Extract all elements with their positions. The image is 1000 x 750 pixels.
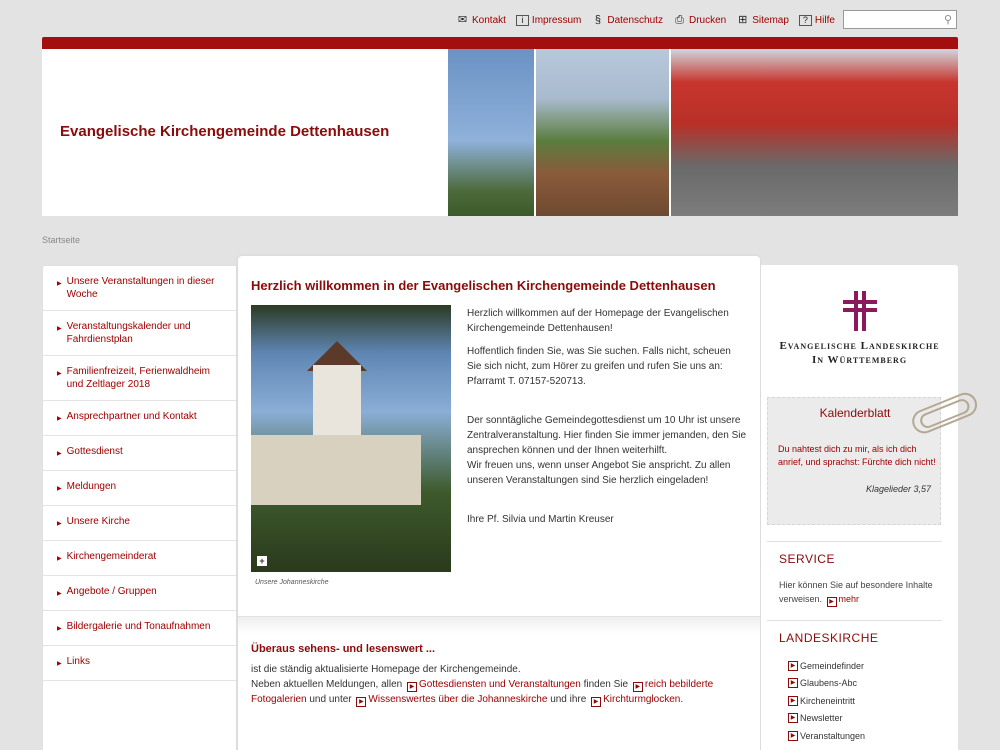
bullet-arrow-icon: ▶: [57, 416, 62, 422]
search-box: ⚲: [843, 10, 957, 29]
list-item[interactable]: ▶ Newsletter: [786, 710, 942, 728]
bullet-arrow-icon: ▶: [57, 626, 62, 632]
play-arrow-icon: ▶: [788, 730, 798, 741]
main-nav: ▶ Unsere Veranstaltungen in dieser Woche …: [42, 265, 237, 750]
header-photo-brass-band: [671, 49, 958, 216]
header-accent-bar: [42, 37, 958, 49]
section-heading: Überaus sehens- und lesenswert ...: [251, 643, 436, 655]
right-sidebar: Evangelische Landeskirche In Württemberg…: [761, 265, 981, 750]
intro-paragraph: Herzlich willkommen auf der Homepage der…: [467, 308, 729, 334]
zoom-icon[interactable]: +: [257, 556, 267, 566]
link-johanneskirche[interactable]: Wissenswertes über die Johanneskirche: [368, 694, 547, 705]
section-icon: §: [594, 13, 601, 26]
church-photo[interactable]: +: [251, 305, 451, 572]
landeskirche-title: LANDESKIRCHE: [779, 631, 879, 645]
bullet-arrow-icon: ▶: [57, 326, 62, 332]
image-caption: Unsere Johanneskirche: [255, 579, 329, 586]
info-icon: i: [515, 14, 529, 26]
play-arrow-icon: ▶: [632, 682, 643, 692]
printer-icon: ⎙: [675, 13, 684, 26]
play-arrow-icon: ▶: [788, 660, 798, 671]
play-arrow-icon: ▶: [788, 713, 798, 724]
spacer-paragraph: [467, 397, 747, 405]
service-title: SERVICE: [779, 552, 835, 566]
nav-item-veranstaltungen-woche[interactable]: ▶ Unsere Veranstaltungen in dieser Woche: [43, 266, 236, 311]
play-arrow-icon: ▶: [407, 682, 418, 692]
utility-nav: ✉ Kontakt i Impressum § Datenschutz ⎙ Drucke…: [456, 10, 859, 30]
landeskirche-links: ▶ Gemeindefinder ▶ Glaubens-Abc ▶ Kirchenei…: [786, 657, 942, 745]
list-item[interactable]: ▶ Glaubens-Abc: [786, 675, 942, 693]
nav-item-kirchengemeinderat[interactable]: ▶ Kirchengemeinderat: [43, 541, 236, 576]
nav-item-links[interactable]: ▶ Links: [43, 646, 236, 681]
section-divider: [238, 616, 760, 634]
cross-icon: [842, 291, 877, 331]
header-photo-church-tower: [448, 49, 534, 216]
nav-item-bildergalerie[interactable]: ▶ Bildergalerie und Tonaufnahmen: [43, 611, 236, 646]
bullet-arrow-icon: ▶: [57, 661, 62, 667]
help-link[interactable]: ? Hilfe: [798, 14, 835, 26]
mail-icon: ✉: [457, 13, 468, 26]
site-title[interactable]: Evangelische Kirchengemeinde Dettenhause…: [60, 123, 389, 140]
play-arrow-icon: ▶: [788, 678, 798, 689]
sitemap-icon: ⊞: [738, 13, 748, 26]
kalender-verse[interactable]: Du nahtest dich zu mir, als ich dich anr…: [778, 443, 936, 469]
nav-item-kontakt[interactable]: ▶ Ansprechpartner und Kontakt: [43, 401, 236, 436]
spacer-paragraph: [467, 496, 747, 504]
list-item[interactable]: ▶ Kircheneintritt: [786, 692, 942, 710]
help-icon: ?: [798, 14, 812, 26]
nav-item-kirche[interactable]: ▶ Unsere Kirche: [43, 506, 236, 541]
site-header: Evangelische Kirchengemeinde Dettenhause…: [42, 49, 958, 216]
breadcrumb[interactable]: Startseite: [42, 235, 80, 245]
bullet-arrow-icon: ▶: [57, 521, 62, 527]
intro-paragraph: Wir freuen uns, wenn unser Angebot Sie a…: [467, 460, 731, 486]
search-input[interactable]: [844, 11, 940, 28]
play-arrow-icon: ▶: [356, 697, 367, 707]
main-content: Herzlich willkommen in der Evangelischen…: [238, 256, 760, 750]
nav-item-kalender[interactable]: ▶ Veranstaltungskalender und Fahrdienstpl…: [43, 311, 236, 356]
bullet-arrow-icon: ▶: [57, 371, 62, 377]
landeskirche-logo[interactable]: Evangelische Landeskirche In Württemberg: [761, 291, 958, 367]
intro-text: Herzlich willkommen auf der Homepage der…: [467, 306, 747, 535]
service-section: SERVICE Hier können Sie auf besondere In…: [767, 541, 942, 607]
church-nave-shape: [251, 435, 421, 505]
nav-item-gottesdienst[interactable]: ▶ Gottesdienst: [43, 436, 236, 471]
bullet-arrow-icon: ▶: [57, 591, 62, 597]
contact-link[interactable]: ✉ Kontakt: [456, 13, 506, 26]
section-text: ist die ständig aktualisierte Homepage d…: [251, 664, 714, 707]
header-photo-village: [536, 49, 669, 216]
print-link[interactable]: ⎙ Drucken: [673, 13, 726, 26]
intro-paragraph: Der sonntägliche Gemeindegottesdienst um…: [467, 415, 747, 456]
play-arrow-icon: ▶: [826, 597, 837, 607]
privacy-link[interactable]: § Datenschutz: [591, 13, 663, 26]
list-item[interactable]: ▶ Veranstaltungen: [786, 727, 942, 745]
link-gottesdienste[interactable]: Gottesdiensten und Veranstaltungen: [419, 679, 581, 690]
imprint-link[interactable]: i Impressum: [515, 14, 581, 26]
link-kirchturmglocken[interactable]: Kirchturmglocken: [603, 694, 680, 705]
kalender-reference: Klagelieder 3,57: [865, 484, 931, 494]
intro-paragraph: Hoffentlich finden Sie, was Sie suchen. …: [467, 346, 731, 387]
play-arrow-icon: ▶: [591, 697, 602, 707]
bullet-arrow-icon: ▶: [57, 451, 62, 457]
signature: Ihre Pf. Silvia und Martin Kreuser: [467, 514, 614, 525]
page-title: Herzlich willkommen in der Evangelischen…: [251, 278, 716, 293]
service-more-link[interactable]: mehr: [839, 594, 860, 604]
landeskirche-section: LANDESKIRCHE ▶ Gemeindefinder ▶ Glaubens-A…: [767, 620, 942, 745]
nav-item-familienfreizeit[interactable]: ▶ Familienfreizeit, Ferienwaldheim und Ze…: [43, 356, 236, 401]
nav-item-meldungen[interactable]: ▶ Meldungen: [43, 471, 236, 506]
search-icon[interactable]: ⚲: [944, 13, 952, 26]
bullet-arrow-icon: ▶: [57, 486, 62, 492]
sitemap-link[interactable]: ⊞ Sitemap: [736, 13, 789, 26]
nav-item-angebote[interactable]: ▶ Angebote / Gruppen: [43, 576, 236, 611]
bullet-arrow-icon: ▶: [57, 281, 62, 287]
bullet-arrow-icon: ▶: [57, 556, 62, 562]
list-item[interactable]: ▶ Gemeindefinder: [786, 657, 942, 675]
play-arrow-icon: ▶: [788, 695, 798, 706]
